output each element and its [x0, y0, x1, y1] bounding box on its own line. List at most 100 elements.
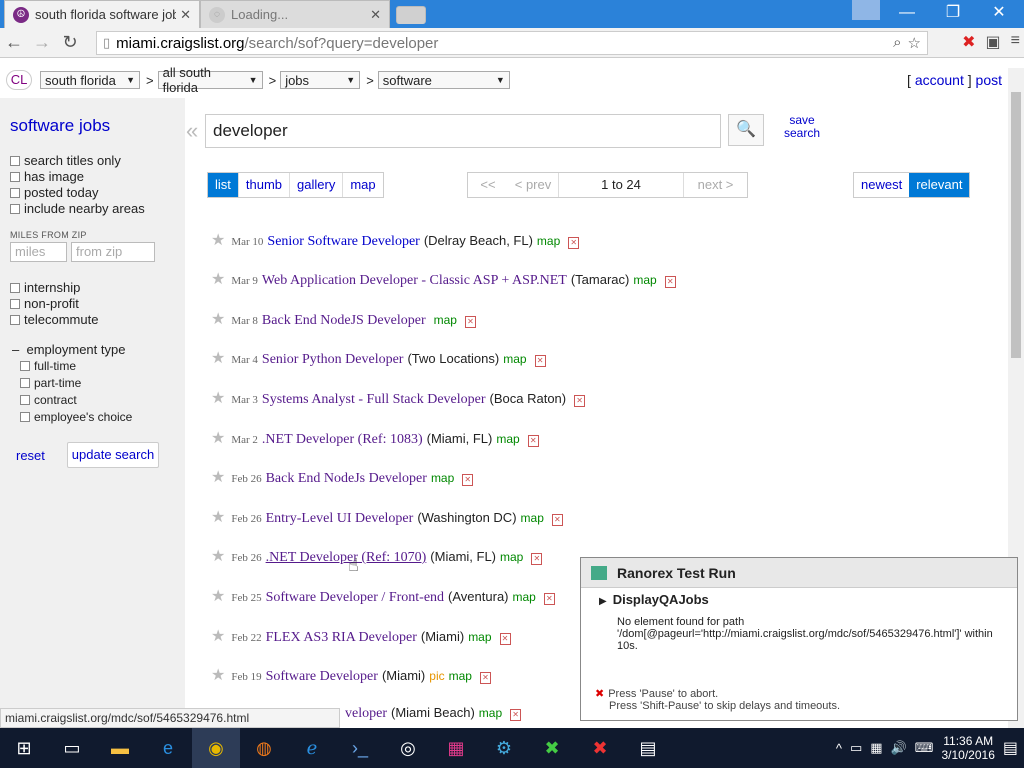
- ranorex-tool-icon[interactable]: ✖: [576, 728, 624, 768]
- hide-posting-icon[interactable]: ✕: [551, 514, 563, 526]
- checkbox[interactable]: [10, 203, 20, 214]
- checkbox[interactable]: [10, 282, 20, 293]
- account-link[interactable]: account: [915, 72, 964, 88]
- battery-icon[interactable]: ▭: [850, 740, 862, 756]
- hide-posting-icon[interactable]: ✕: [479, 672, 491, 684]
- settings-gear-icon[interactable]: ⚙: [480, 728, 528, 768]
- checkbox[interactable]: [20, 412, 30, 422]
- filter-nearby[interactable]: include nearby areas: [10, 201, 145, 216]
- category-title[interactable]: software jobs: [10, 116, 110, 136]
- map-link[interactable]: map: [431, 471, 454, 485]
- job-title-link[interactable]: veloper: [345, 706, 387, 722]
- favorite-star-icon[interactable]: ★: [211, 348, 225, 368]
- next-page[interactable]: next >: [684, 173, 747, 197]
- map-link[interactable]: map: [479, 706, 502, 720]
- view-list[interactable]: list: [208, 173, 239, 197]
- new-tab-button[interactable]: [396, 6, 426, 24]
- back-icon[interactable]: ←: [0, 32, 28, 53]
- bookmark-star-icon[interactable]: ☆: [908, 34, 921, 52]
- notifications-icon[interactable]: ▤: [1003, 738, 1018, 758]
- zoom-icon[interactable]: ⌕: [893, 34, 901, 52]
- hide-posting-icon[interactable]: ✕: [543, 593, 555, 605]
- hide-posting-icon[interactable]: ✕: [568, 237, 580, 249]
- filter-part-time[interactable]: part-time: [20, 376, 81, 390]
- extension-icon[interactable]: ✖: [962, 32, 975, 52]
- miles-input[interactable]: miles: [10, 242, 67, 262]
- restore-icon[interactable]: ❐: [930, 0, 976, 28]
- map-link[interactable]: map: [468, 630, 491, 644]
- file-explorer-icon[interactable]: ▬: [96, 728, 144, 768]
- intellij-icon[interactable]: ▦: [432, 728, 480, 768]
- job-title-link[interactable]: Systems Analyst - Full Stack Developer: [262, 392, 486, 408]
- system-clock[interactable]: 11:36 AM 3/10/2016: [941, 734, 994, 762]
- save-search-link[interactable]: save search: [784, 114, 820, 140]
- favorite-star-icon[interactable]: ★: [211, 507, 225, 527]
- job-title-link[interactable]: Entry-Level UI Developer: [266, 511, 414, 527]
- filter-contract[interactable]: contract: [20, 393, 77, 407]
- post-link[interactable]: post: [976, 72, 1002, 88]
- checkbox[interactable]: [10, 298, 20, 309]
- checkbox[interactable]: [10, 187, 20, 198]
- subarea-select[interactable]: all south florida ▼: [157, 65, 263, 95]
- checkbox[interactable]: [10, 171, 20, 182]
- first-page[interactable]: <<: [468, 173, 508, 197]
- hide-posting-icon[interactable]: ✕: [462, 474, 474, 486]
- hide-posting-icon[interactable]: ✕: [534, 355, 546, 367]
- job-title-link[interactable]: .NET Developer (Ref: 1083): [262, 432, 423, 448]
- forward-icon[interactable]: →: [28, 32, 56, 53]
- hide-posting-icon[interactable]: ✕: [574, 395, 586, 407]
- prev-page[interactable]: < prev: [508, 173, 558, 197]
- favorite-star-icon[interactable]: ★: [211, 230, 225, 250]
- address-bar[interactable]: ▯ miami.craigslist.org/search/sof?query=…: [96, 31, 928, 55]
- search-input[interactable]: developer: [205, 114, 721, 148]
- powershell-icon[interactable]: ›_: [336, 728, 384, 768]
- ie-icon[interactable]: ℯ: [288, 728, 336, 768]
- category-select[interactable]: jobs ▼: [280, 71, 361, 89]
- firefox-icon[interactable]: ◍: [240, 728, 288, 768]
- hide-posting-icon[interactable]: ✕: [510, 709, 522, 721]
- checkbox[interactable]: [20, 395, 30, 405]
- filter-internship[interactable]: internship: [10, 280, 80, 295]
- close-icon[interactable]: ✕: [370, 7, 381, 23]
- tool-x-icon[interactable]: ✖: [528, 728, 576, 768]
- favorite-star-icon[interactable]: ★: [211, 428, 225, 448]
- cl-logo[interactable]: CL: [6, 70, 32, 90]
- close-icon[interactable]: ✕: [180, 7, 191, 23]
- map-link[interactable]: map: [434, 313, 457, 327]
- task-view-icon[interactable]: ▭: [48, 728, 96, 768]
- tab-loading[interactable]: ◌ Loading... ✕: [200, 0, 390, 28]
- update-search-button[interactable]: update search: [67, 442, 159, 468]
- user-icon[interactable]: [852, 0, 880, 20]
- job-title-link[interactable]: Senior Python Developer: [262, 352, 404, 368]
- scroll-thumb[interactable]: [1011, 92, 1021, 358]
- hide-posting-icon[interactable]: ✕: [527, 435, 539, 447]
- volume-icon[interactable]: 🔊: [891, 740, 907, 756]
- job-title-link[interactable]: .NET Developer (Ref: 1070): [266, 550, 427, 566]
- view-gallery[interactable]: gallery: [290, 173, 344, 197]
- tray-chevron-icon[interactable]: ^: [836, 741, 842, 756]
- edge-icon[interactable]: e: [144, 728, 192, 768]
- checkbox[interactable]: [20, 378, 30, 388]
- favorite-star-icon[interactable]: ★: [211, 546, 225, 566]
- employment-type-header[interactable]: – employment type: [12, 342, 125, 357]
- filter-employees-choice[interactable]: employee's choice: [20, 410, 132, 424]
- checkbox[interactable]: [20, 361, 30, 371]
- favorite-star-icon[interactable]: ★: [211, 586, 225, 606]
- favorite-star-icon[interactable]: ★: [211, 467, 225, 487]
- map-link[interactable]: map: [537, 234, 560, 248]
- start-windows-icon[interactable]: ⊞: [0, 728, 48, 768]
- app-icon[interactable]: ◎: [384, 728, 432, 768]
- area-select[interactable]: south florida ▼: [40, 71, 140, 89]
- map-link[interactable]: map: [496, 432, 519, 446]
- favorite-star-icon[interactable]: ★: [211, 626, 225, 646]
- menu-icon[interactable]: ≡: [1011, 32, 1020, 52]
- job-title-link[interactable]: Senior Software Developer: [267, 234, 419, 250]
- filter-search-titles[interactable]: search titles only: [10, 153, 121, 168]
- reload-icon[interactable]: ↻: [56, 32, 84, 53]
- filter-nonprofit[interactable]: non-profit: [10, 296, 79, 311]
- hide-posting-icon[interactable]: ✕: [531, 553, 543, 565]
- extension-icon-2[interactable]: ▣: [986, 32, 1001, 52]
- tab-craigslist[interactable]: ☮ south florida software jobs ✕: [4, 0, 200, 28]
- hide-posting-icon[interactable]: ✕: [499, 633, 511, 645]
- favorite-star-icon[interactable]: ★: [211, 269, 225, 289]
